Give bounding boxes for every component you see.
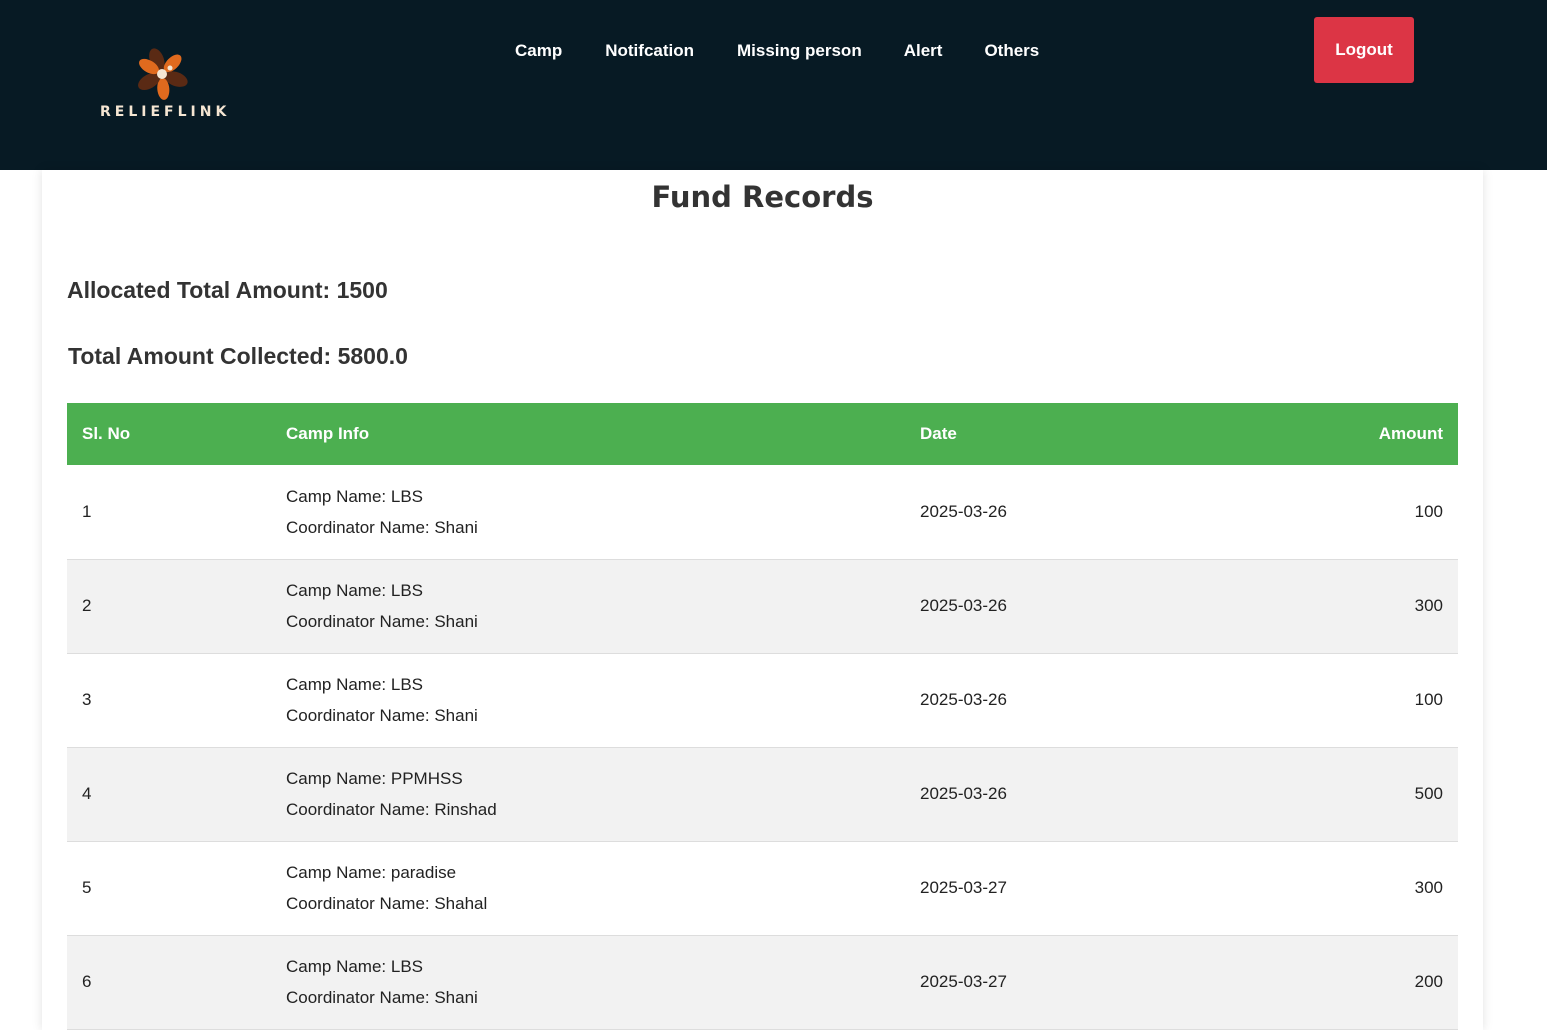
row-amount: 300 — [1414, 596, 1443, 615]
header-slno: Sl. No — [82, 424, 131, 443]
table-header: Sl. No Camp Info Date Amount — [67, 403, 1458, 465]
row-date: 2025-03-26 — [920, 501, 1007, 521]
page-title: Fund Records — [651, 180, 874, 214]
row-amount: 300 — [1414, 878, 1443, 897]
row-slno: 1 — [82, 501, 92, 521]
total-amount-collected: Total Amount Collected: 5800.0 — [68, 343, 408, 369]
row-camp-info: Camp Name: LBS Coordinator Name: Shani — [271, 465, 905, 559]
camp-name: Camp Name: LBS — [286, 675, 423, 694]
row-slno: 2 — [82, 596, 92, 615]
row-camp-info: Camp Name: LBS Coordinator Name: Shani — [271, 559, 905, 653]
nav-missing-person[interactable]: Missing person — [737, 38, 862, 64]
logout-button[interactable]: Logout — [1314, 17, 1414, 83]
row-amount: 100 — [1414, 501, 1443, 521]
fund-records-table: Sl. No Camp Info Date Amount 1 Camp Name… — [67, 403, 1458, 1030]
camp-name: Camp Name: LBS — [286, 581, 423, 600]
row-slno: 3 — [82, 690, 92, 709]
nav-notification[interactable]: Notifcation — [605, 38, 694, 64]
row-slno: 5 — [82, 878, 92, 897]
table-body: 1 Camp Name: LBS Coordinator Name: Shani… — [67, 465, 1458, 1029]
table-row: 3 Camp Name: LBS Coordinator Name: Shani… — [67, 653, 1458, 747]
row-camp-info: Camp Name: paradise Coordinator Name: Sh… — [271, 841, 905, 935]
row-camp-info: Camp Name: PPMHSS Coordinator Name: Rins… — [271, 747, 905, 841]
table-row: 4 Camp Name: PPMHSS Coordinator Name: Ri… — [67, 747, 1458, 841]
camp-name: Camp Name: paradise — [286, 863, 457, 882]
row-date: 2025-03-26 — [920, 784, 1007, 803]
row-slno: 6 — [82, 972, 92, 991]
header-camp-info: Camp Info — [286, 424, 370, 443]
table-row: 6 Camp Name: LBS Coordinator Name: Shani… — [67, 935, 1458, 1029]
coordinator-name: Coordinator Name: Rinshad — [286, 800, 497, 819]
nav-alert[interactable]: Alert — [904, 38, 943, 64]
coordinator-name: Coordinator Name: Shani — [286, 988, 478, 1007]
row-slno: 4 — [82, 784, 92, 803]
row-amount: 100 — [1414, 690, 1443, 709]
row-date: 2025-03-26 — [920, 690, 1007, 709]
relieflink-logo[interactable]: RELIEFLINK — [98, 42, 228, 126]
camp-name: Camp Name: LBS — [286, 486, 423, 506]
table-row: 2 Camp Name: LBS Coordinator Name: Shani… — [67, 559, 1458, 653]
coordinator-name: Coordinator Name: Shani — [286, 612, 478, 631]
camp-name: Camp Name: PPMHSS — [286, 769, 463, 788]
row-camp-info: Camp Name: LBS Coordinator Name: Shani — [271, 935, 905, 1029]
row-camp-info: Camp Name: LBS Coordinator Name: Shani — [271, 653, 905, 747]
allocated-total-amount: Allocated Total Amount: 1500 — [67, 277, 388, 303]
header-amount: Amount — [1378, 424, 1443, 443]
row-amount: 200 — [1414, 972, 1443, 991]
coordinator-name: Coordinator Name: Shani — [286, 517, 478, 537]
nav-others[interactable]: Others — [984, 38, 1039, 64]
row-date: 2025-03-27 — [920, 972, 1007, 991]
nav-camp[interactable]: Camp — [515, 38, 562, 64]
table-header-row: Sl. No Camp Info Date Amount — [67, 403, 1458, 465]
table-row: 5 Camp Name: paradise Coordinator Name: … — [67, 841, 1458, 935]
header-date: Date — [920, 424, 957, 443]
row-amount: 500 — [1414, 784, 1443, 803]
row-date: 2025-03-26 — [920, 596, 1007, 615]
coordinator-name: Coordinator Name: Shani — [286, 706, 478, 725]
camp-name: Camp Name: LBS — [286, 957, 423, 976]
brand-name: RELIEFLINK — [100, 104, 231, 120]
main-nav: Camp Notifcation Missing person Alert Ot… — [515, 38, 1039, 64]
top-navbar: RELIEFLINK Camp Notifcation Missing pers… — [0, 0, 1547, 170]
row-date: 2025-03-27 — [920, 878, 1007, 897]
coordinator-name: Coordinator Name: Shahal — [286, 894, 488, 913]
table-row: 1 Camp Name: LBS Coordinator Name: Shani… — [67, 465, 1458, 559]
fund-records-card: Fund Records Allocated Total Amount: 150… — [42, 170, 1483, 1030]
flower-logo-icon — [138, 48, 188, 100]
